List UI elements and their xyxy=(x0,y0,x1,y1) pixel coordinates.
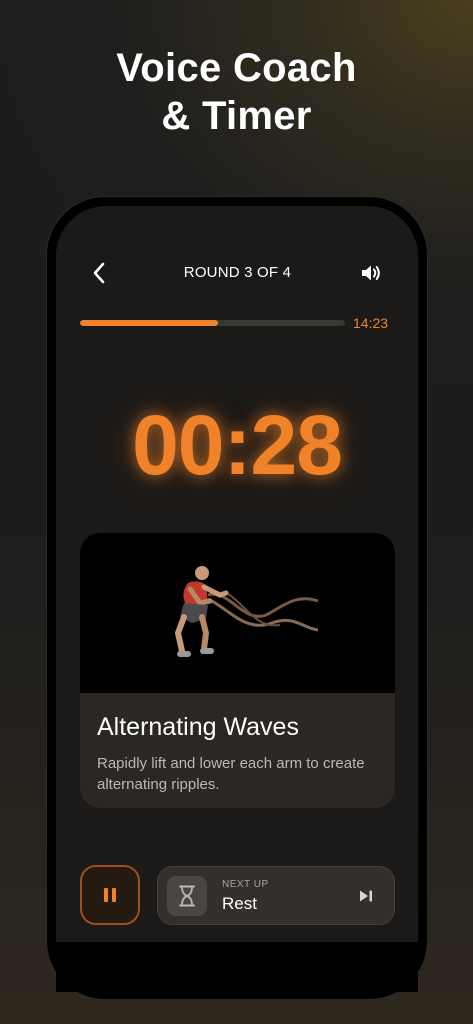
skip-button[interactable] xyxy=(354,885,378,907)
hourglass-icon xyxy=(179,885,195,907)
next-up-name: Rest xyxy=(222,894,257,913)
next-up-caption: NEXT UP xyxy=(222,879,269,890)
workout-progress-fill xyxy=(80,320,218,326)
speaker-icon xyxy=(362,265,380,281)
pause-icon xyxy=(104,888,116,902)
workout-progress-bar xyxy=(80,320,345,326)
countdown-timer: 00:28 xyxy=(132,398,343,492)
headline-line-2: & Timer xyxy=(161,94,312,138)
chevron-left-icon xyxy=(93,262,105,284)
next-up-panel[interactable]: NEXT UP Rest xyxy=(157,866,395,925)
total-time-remaining: 14:23 xyxy=(353,315,389,331)
headline-line-1: Voice Coach xyxy=(116,46,357,90)
skip-next-icon xyxy=(360,890,372,902)
pause-button[interactable] xyxy=(80,865,140,925)
exercise-description: Rapidly lift and lower each arm to creat… xyxy=(97,755,365,793)
exercise-title: Alternating Waves xyxy=(97,713,299,741)
sound-toggle-button[interactable] xyxy=(356,259,386,287)
battle-ropes-figure xyxy=(174,566,319,657)
exercise-illustration xyxy=(80,533,395,693)
exercise-card: Alternating Waves Rapidly lift and lower… xyxy=(80,533,395,808)
home-indicator-area xyxy=(56,942,418,992)
back-button[interactable] xyxy=(86,258,112,288)
promo-headline: Voice Coach & Timer xyxy=(0,44,473,140)
next-up-icon-box xyxy=(167,876,207,916)
round-indicator: ROUND 3 OF 4 xyxy=(183,264,292,281)
